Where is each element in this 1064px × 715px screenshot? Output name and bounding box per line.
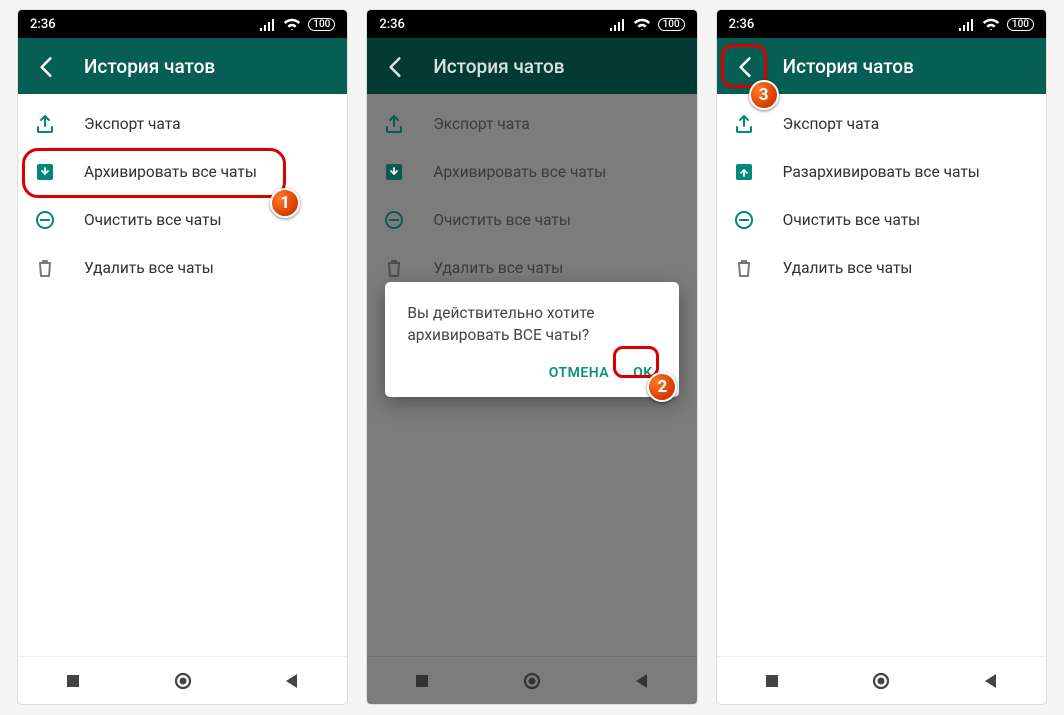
signal-icon xyxy=(608,18,626,31)
back-arrow-icon xyxy=(34,54,58,78)
page-title: История чатов xyxy=(433,55,564,78)
back-button[interactable] xyxy=(26,46,66,86)
trash-icon xyxy=(34,257,56,279)
menu-item-export[interactable]: Экспорт чата xyxy=(717,100,1046,148)
menu-item-export: Экспорт чата xyxy=(367,100,696,148)
menu-item-archive-all[interactable]: Архивировать все чаты xyxy=(18,148,347,196)
menu-label: Экспорт чата xyxy=(433,115,530,133)
nav-triangle-icon xyxy=(980,670,1002,692)
page-title: История чатов xyxy=(783,55,914,78)
menu-item-clear-all[interactable]: Очистить все чаты xyxy=(717,196,1046,244)
android-nav-bar xyxy=(367,656,696,704)
menu-label: Экспорт чата xyxy=(783,115,880,133)
trash-icon xyxy=(733,257,755,279)
export-icon xyxy=(383,113,405,135)
battery-badge: 100 xyxy=(658,18,685,31)
nav-home-button[interactable] xyxy=(153,670,213,692)
status-time: 2:36 xyxy=(30,17,56,32)
back-button[interactable] xyxy=(725,46,765,86)
back-arrow-icon xyxy=(733,54,757,78)
menu-label: Очистить все чаты xyxy=(783,211,921,229)
nav-square-icon xyxy=(62,670,84,692)
menu-label: Очистить все чаты xyxy=(84,211,222,229)
menu-item-unarchive-all[interactable]: Разархивировать все чаты xyxy=(717,148,1046,196)
nav-home-button[interactable] xyxy=(851,670,911,692)
signal-icon xyxy=(957,18,975,31)
signal-icon xyxy=(258,18,276,31)
status-indicators: 100 xyxy=(258,16,335,32)
archive-icon xyxy=(34,161,56,183)
back-button[interactable] xyxy=(375,46,415,86)
menu-label: Разархивировать все чаты xyxy=(783,163,980,181)
nav-circle-icon xyxy=(521,670,543,692)
menu-label: Экспорт чата xyxy=(84,115,181,133)
nav-recent-button[interactable] xyxy=(392,670,452,692)
android-nav-bar xyxy=(717,656,1046,704)
content-area: Экспорт чата Архивировать все чаты Очист… xyxy=(367,94,696,656)
status-bar: 2:36 100 xyxy=(18,10,347,38)
dialog-ok-button[interactable]: OK xyxy=(633,365,653,381)
nav-circle-icon xyxy=(172,670,194,692)
menu-item-clear-all: Очистить все чаты xyxy=(367,196,696,244)
back-arrow-icon xyxy=(383,54,407,78)
nav-square-icon xyxy=(761,670,783,692)
status-indicators: 100 xyxy=(608,16,685,32)
status-bar: 2:36 100 xyxy=(367,10,696,38)
clear-icon xyxy=(383,209,405,231)
status-time: 2:36 xyxy=(729,17,755,32)
menu-label: Архивировать все чаты xyxy=(433,163,606,181)
menu-label: Очистить все чаты xyxy=(433,211,571,229)
nav-recent-button[interactable] xyxy=(742,670,802,692)
page-title: История чатов xyxy=(84,55,215,78)
app-bar: История чатов xyxy=(18,38,347,94)
content-area: Экспорт чата Разархивировать все чаты Оч… xyxy=(717,94,1046,656)
menu-item-archive-all: Архивировать все чаты xyxy=(367,148,696,196)
dialog-message: Вы действительно хотите архивировать ВСЕ… xyxy=(407,302,656,347)
trash-icon xyxy=(383,257,405,279)
status-indicators: 100 xyxy=(957,16,1034,32)
confirm-dialog: Вы действительно хотите архивировать ВСЕ… xyxy=(385,282,678,397)
app-bar: История чатов xyxy=(717,38,1046,94)
nav-triangle-icon xyxy=(281,670,303,692)
menu-label: Удалить все чаты xyxy=(84,259,214,277)
menu-item-clear-all[interactable]: Очистить все чаты xyxy=(18,196,347,244)
clear-icon xyxy=(34,209,56,231)
unarchive-icon xyxy=(733,161,755,183)
menu-item-export[interactable]: Экспорт чата xyxy=(18,100,347,148)
nav-square-icon xyxy=(411,670,433,692)
wifi-icon xyxy=(632,16,652,32)
wifi-icon xyxy=(981,16,1001,32)
nav-triangle-icon xyxy=(631,670,653,692)
wifi-icon xyxy=(282,16,302,32)
app-bar: История чатов xyxy=(367,38,696,94)
dialog-cancel-button[interactable]: ОТМЕНА xyxy=(549,365,609,381)
menu-item-delete-all[interactable]: Удалить все чаты xyxy=(18,244,347,292)
status-bar: 2:36 100 xyxy=(717,10,1046,38)
nav-circle-icon xyxy=(870,670,892,692)
battery-badge: 100 xyxy=(1007,18,1034,31)
nav-back-button[interactable] xyxy=(612,670,672,692)
menu-item-delete-all[interactable]: Удалить все чаты xyxy=(717,244,1046,292)
content-area: Экспорт чата Архивировать все чаты Очист… xyxy=(18,94,347,656)
clear-icon xyxy=(733,209,755,231)
battery-badge: 100 xyxy=(308,18,335,31)
menu-label: Удалить все чаты xyxy=(433,259,563,277)
export-icon xyxy=(34,113,56,135)
nav-home-button[interactable] xyxy=(502,670,562,692)
android-nav-bar xyxy=(18,656,347,704)
screen-2: 2:36 100 История чатов Экспорт чата Архи… xyxy=(367,10,696,704)
screen-1: 2:36 100 История чатов Экспорт чата Архи… xyxy=(18,10,347,704)
dialog-actions: ОТМЕНА OK xyxy=(407,347,656,389)
nav-back-button[interactable] xyxy=(262,670,322,692)
nav-recent-button[interactable] xyxy=(43,670,103,692)
export-icon xyxy=(733,113,755,135)
status-time: 2:36 xyxy=(379,17,405,32)
screen-3: 2:36 100 История чатов Экспорт чата Раза… xyxy=(717,10,1046,704)
menu-label: Архивировать все чаты xyxy=(84,163,257,181)
nav-back-button[interactable] xyxy=(961,670,1021,692)
menu-label: Удалить все чаты xyxy=(783,259,913,277)
archive-icon xyxy=(383,161,405,183)
